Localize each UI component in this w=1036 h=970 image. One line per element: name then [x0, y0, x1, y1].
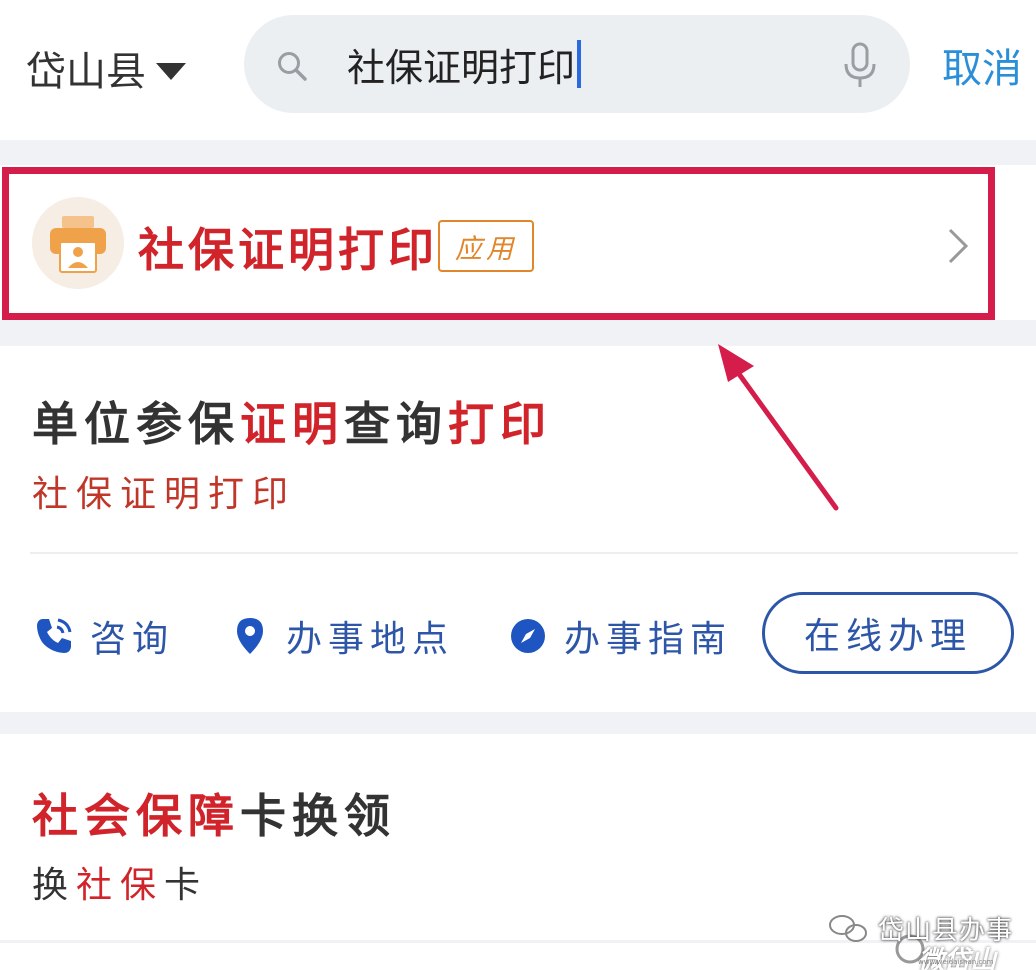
compass-icon	[511, 619, 545, 653]
watermark-url: www.weidaishan.com	[918, 958, 994, 966]
service-title[interactable]: 社会保障卡换领	[32, 780, 396, 846]
service-subtitle: 换社保卡	[32, 856, 208, 908]
location-pin-icon	[237, 618, 263, 654]
mic-icon[interactable]	[842, 42, 878, 90]
subtitle-highlight: 社保	[76, 865, 165, 906]
title-part: 查询	[344, 397, 448, 451]
search-input[interactable]: 社保证明打印	[347, 34, 582, 94]
consult-action[interactable]: 咨询	[34, 610, 174, 662]
service-title[interactable]: 单位参保证明查询打印	[32, 388, 552, 454]
region-label: 岱山县	[26, 49, 146, 95]
highlight-annotation-box	[2, 167, 995, 320]
guide-label: 办事指南	[564, 619, 733, 660]
text-cursor	[577, 40, 582, 88]
title-part: 卡换领	[240, 789, 396, 843]
title-highlight: 打印	[448, 397, 552, 451]
location-action[interactable]: 办事地点	[230, 610, 454, 662]
title-part: 单位参保	[32, 397, 240, 451]
cancel-button[interactable]: 取消	[942, 36, 1022, 94]
section-gap	[0, 140, 1036, 165]
consult-label: 咨询	[90, 619, 175, 660]
location-label: 办事地点	[286, 619, 455, 660]
caret-down-icon	[156, 62, 186, 80]
online-service-button[interactable]: 在线办理	[762, 592, 1014, 674]
section-gap	[0, 320, 1036, 346]
guide-action[interactable]: 办事指南	[508, 610, 732, 662]
region-selector[interactable]: 岱山县	[26, 38, 186, 98]
subtitle-part: 换	[32, 865, 77, 906]
search-input-value: 社保证明打印	[347, 45, 576, 90]
phone-icon	[37, 618, 72, 653]
divider	[30, 552, 1018, 554]
subtitle-part: 卡	[164, 865, 209, 906]
section-gap	[0, 712, 1036, 734]
annotation-arrow-icon	[718, 344, 839, 511]
search-icon	[278, 52, 307, 81]
service-subtitle: 社保证明打印	[32, 474, 297, 515]
title-highlight: 证明	[240, 397, 344, 451]
title-highlight: 社会保障	[32, 789, 240, 843]
